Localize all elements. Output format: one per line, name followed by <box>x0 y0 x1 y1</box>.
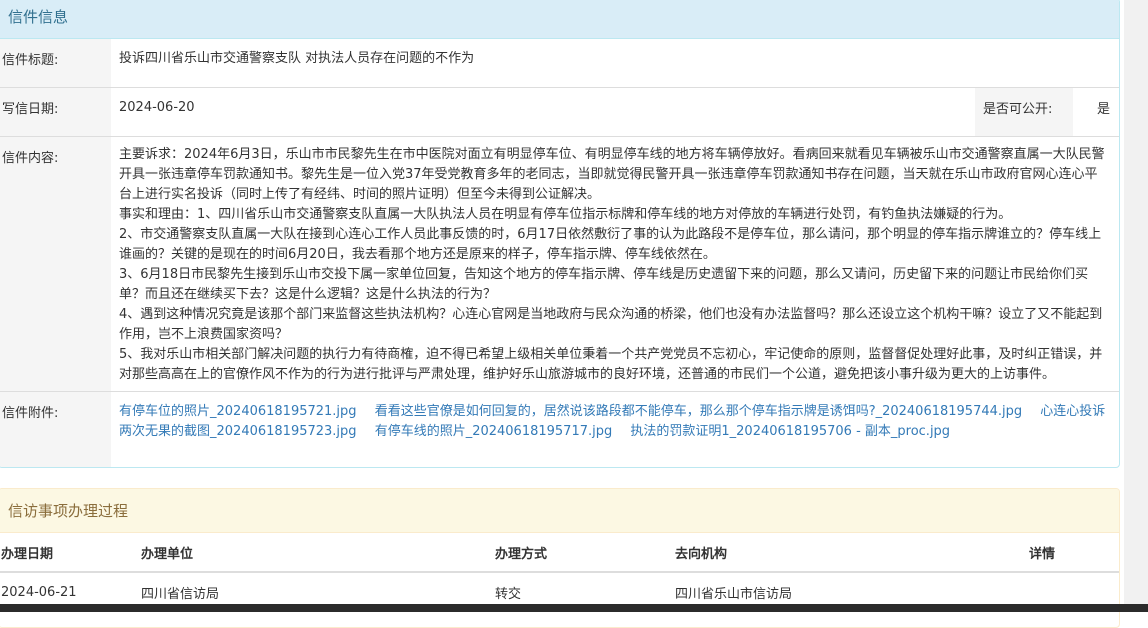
taskbar-strip <box>0 604 1148 612</box>
content-row: 信件内容: 主要诉求：2024年6月3日，乐山市市民黎先生在市中医院对面立有明显… <box>0 136 1119 392</box>
content-paragraph: 2、市交通警察支队直属一大队在接到心连心工作人员此事反馈的时，6月17日依然敷衍… <box>119 227 1102 262</box>
public-separator <box>1073 87 1097 137</box>
date-row: 写信日期: 2024-06-20 是否可公开: 是 <box>0 87 1119 137</box>
column-header-destination: 去向机构 <box>675 533 1029 573</box>
attachment-link[interactable]: 执法的罚款证明1_20240618195706 - 副本_proc.jpg <box>630 424 950 439</box>
process-heading: 信访事项办理过程 <box>0 489 1119 533</box>
content-paragraph: 3、6月18日市民黎先生接到乐山市交投下属一家单位回复，告知这个地方的停车指示牌… <box>119 267 1089 302</box>
letter-info-panel: 信件信息 信件标题: 投诉四川省乐山市交通警察支队 对执法人员存在问题的不作为 … <box>0 0 1120 468</box>
content-paragraph: 主要诉求：2024年6月3日，乐山市市民黎先生在市中医院对面立有明显停车位、有明… <box>119 147 1105 202</box>
page-scrollbar[interactable] <box>1124 0 1148 612</box>
title-label: 信件标题: <box>0 39 111 88</box>
attachment-link[interactable]: 有停车位的照片_20240618195721.jpg <box>119 404 357 419</box>
attachment-link[interactable]: 有停车线的照片_20240618195717.jpg <box>375 424 613 439</box>
content-label: 信件内容: <box>0 136 111 392</box>
public-label: 是否可公开: <box>975 87 1073 137</box>
date-value: 2024-06-20 <box>111 87 975 137</box>
title-row: 信件标题: 投诉四川省乐山市交通警察支队 对执法人员存在问题的不作为 <box>0 39 1119 88</box>
letter-info-heading: 信件信息 <box>0 0 1119 39</box>
column-header-unit: 办理单位 <box>141 533 495 573</box>
attachment-label: 信件附件: <box>0 391 111 467</box>
column-header-detail: 详情 <box>1029 533 1119 573</box>
content-paragraph: 事实和理由：1、四川省乐山市交通警察支队直属一大队执法人员在明显有停车位指示标牌… <box>119 207 1012 222</box>
process-table: 办理日期 办理单位 办理方式 去向机构 详情 2024-06-21 四川省信访局… <box>0 533 1119 611</box>
attachment-link[interactable]: 看看这些官僚是如何回复的，居然说该路段都不能停车，那么那个停车指示牌是诱饵吗?_… <box>375 404 1022 419</box>
column-header-date: 办理日期 <box>0 533 141 573</box>
attachment-row: 信件附件: 有停车位的照片_20240618195721.jpg 看看这些官僚是… <box>0 391 1119 467</box>
process-header-row: 办理日期 办理单位 办理方式 去向机构 详情 <box>0 533 1119 573</box>
public-value: 是 <box>1097 87 1119 137</box>
content-value: 主要诉求：2024年6月3日，乐山市市民黎先生在市中医院对面立有明显停车位、有明… <box>111 136 1119 392</box>
content-paragraph: 5、我对乐山市相关部门解决问题的执行力有待商榷，迫不得已希望上级相关单位秉着一个… <box>119 347 1103 382</box>
date-label: 写信日期: <box>0 87 111 137</box>
column-header-method: 办理方式 <box>495 533 675 573</box>
attachment-list: 有停车位的照片_20240618195721.jpg 看看这些官僚是如何回复的，… <box>111 391 1119 467</box>
content-paragraph: 4、遇到这种情况究竟是该那个部门来监督这些执法机构？心连心官网是当地政府与民众沟… <box>119 307 1103 342</box>
title-value: 投诉四川省乐山市交通警察支队 对执法人员存在问题的不作为 <box>119 51 475 66</box>
letter-info-table: 信件标题: 投诉四川省乐山市交通警察支队 对执法人员存在问题的不作为 写信日期:… <box>0 39 1119 467</box>
